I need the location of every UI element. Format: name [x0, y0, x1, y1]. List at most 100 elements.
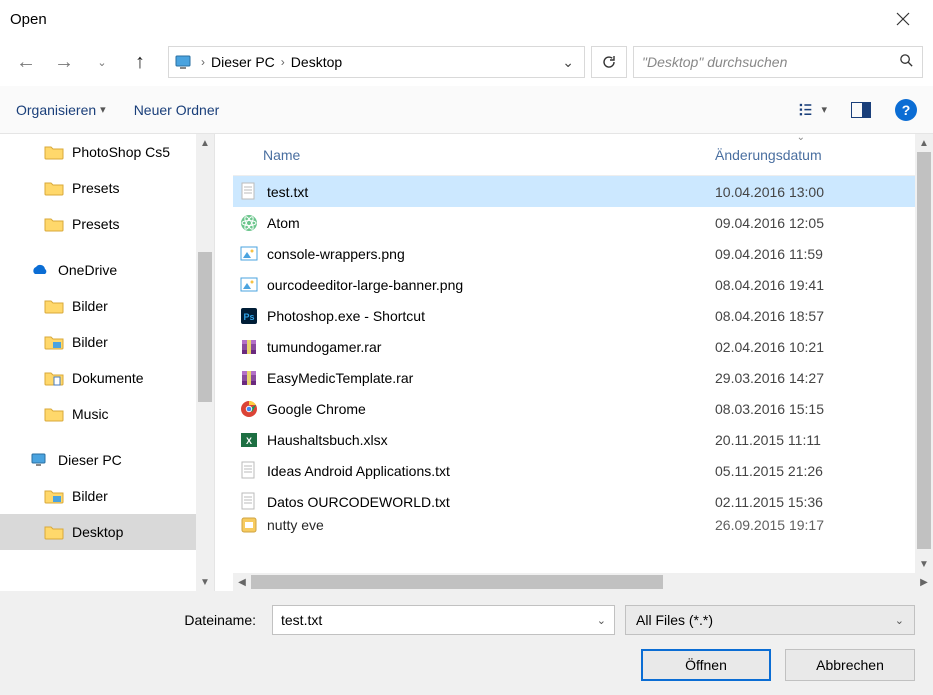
folder-icon [44, 524, 64, 540]
filename-value: test.txt [281, 612, 322, 628]
scroll-up-arrow[interactable]: ▲ [915, 134, 933, 152]
file-name: tumundogamer.rar [267, 339, 707, 355]
search-input[interactable]: "Desktop" durchsuchen [633, 46, 923, 78]
tree-item[interactable]: Bilder [0, 288, 196, 324]
column-headers: Name Änderungsdatum ⌄ [233, 134, 915, 176]
file-name: nutty eve [267, 517, 707, 533]
file-date: 09.04.2016 11:59 [715, 246, 915, 262]
file-row[interactable]: EasyMedicTemplate.rar29.03.2016 14:27 [233, 362, 915, 393]
tree-item-label: Music [72, 406, 109, 422]
filetype-filter[interactable]: All Files (*.*) ⌄ [625, 605, 915, 635]
picfolder-icon [44, 488, 64, 504]
refresh-button[interactable] [591, 46, 627, 78]
scrollbar-thumb[interactable] [198, 252, 212, 402]
folder-icon [44, 298, 64, 314]
scroll-left-arrow[interactable]: ◀ [233, 577, 251, 588]
svg-text:Ps: Ps [243, 312, 254, 322]
file-name: Datos OURCODEWORLD.txt [267, 494, 707, 510]
close-button[interactable] [883, 4, 923, 34]
tree-item[interactable]: Music [0, 396, 196, 432]
scroll-down-arrow[interactable]: ▼ [196, 573, 214, 591]
chrome-icon [239, 399, 259, 419]
file-row[interactable]: Google Chrome08.03.2016 15:15 [233, 393, 915, 424]
file-row[interactable]: Atom09.04.2016 12:05 [233, 207, 915, 238]
filename-dropdown[interactable]: ⌄ [597, 614, 606, 627]
file-date: 02.11.2015 15:36 [715, 494, 915, 510]
scroll-down-arrow[interactable]: ▼ [915, 555, 933, 573]
pc-icon [175, 54, 195, 70]
tree-item-label: Dokumente [72, 370, 144, 386]
forward-button[interactable]: → [48, 46, 80, 78]
file-row[interactable]: Datos OURCODEWORLD.txt 02.11.2015 15:36 [233, 486, 915, 517]
column-name[interactable]: Name [233, 147, 715, 163]
breadcrumb-item[interactable]: Desktop [291, 54, 342, 70]
address-bar[interactable]: › Dieser PC › Desktop ⌄ [168, 46, 585, 78]
file-row[interactable]: ourcodeeditor-large-banner.png 08.04.2016… [233, 269, 915, 300]
svg-text:X: X [246, 436, 252, 446]
address-dropdown[interactable]: ⌄ [558, 54, 578, 71]
tree-item-label: Bilder [72, 298, 108, 314]
view-options-button[interactable]: ▾ [799, 96, 827, 124]
tree-item[interactable]: Presets [0, 170, 196, 206]
file-row[interactable]: PsPhotoshop.exe - Shortcut08.04.2016 18:… [233, 300, 915, 331]
tree-item-label: OneDrive [58, 262, 117, 278]
tree-item-label: Dieser PC [58, 452, 122, 468]
file-row[interactable]: XHaushaltsbuch.xlsx20.11.2015 11:11 [233, 424, 915, 455]
column-date[interactable]: Änderungsdatum [715, 147, 915, 163]
folder-icon [44, 180, 64, 196]
scroll-right-arrow[interactable]: ▶ [915, 577, 933, 588]
file-row[interactable]: Ideas Android Applications.txt 05.11.2015… [233, 455, 915, 486]
file-date: 05.11.2015 21:26 [715, 463, 915, 479]
filelist-scrollbar[interactable]: ▲ ▼ [915, 134, 933, 573]
file-name: ourcodeeditor-large-banner.png [267, 277, 707, 293]
preview-pane-button[interactable] [847, 96, 875, 124]
img-icon [239, 275, 259, 295]
rar-icon [239, 368, 259, 388]
file-name: test.txt [267, 184, 707, 200]
chevron-down-icon: ⌄ [895, 614, 904, 627]
file-name: Photoshop.exe - Shortcut [267, 308, 707, 324]
file-row[interactable]: nutty eve26.09.2015 19:17 [233, 517, 915, 533]
file-date: 29.03.2016 14:27 [715, 370, 915, 386]
file-name: Ideas Android Applications.txt [267, 463, 707, 479]
file-row[interactable]: tumundogamer.rar02.04.2016 10:21 [233, 331, 915, 362]
folder-tree[interactable]: PhotoShop Cs5PresetsPresetsOneDriveBilde… [0, 134, 196, 591]
tree-item[interactable]: Desktop [0, 514, 196, 550]
scroll-up-arrow[interactable]: ▲ [196, 134, 214, 152]
tree-item[interactable]: PhotoShop Cs5 [0, 134, 196, 170]
filename-label: Dateiname: [18, 612, 262, 628]
horizontal-scrollbar[interactable]: ◀ ▶ [233, 573, 933, 591]
txt-icon [239, 492, 259, 512]
back-button[interactable]: ← [10, 46, 42, 78]
tree-item[interactable]: Dieser PC [0, 442, 196, 478]
onedrive-icon [30, 262, 50, 278]
up-button[interactable]: ↑ [124, 46, 156, 78]
file-date: 09.04.2016 12:05 [715, 215, 915, 231]
breadcrumb-item[interactable]: Dieser PC [211, 54, 275, 70]
tree-item[interactable]: Presets [0, 206, 196, 242]
file-row[interactable]: test.txt10.04.2016 13:00 [233, 176, 915, 207]
filename-input[interactable]: test.txt ⌄ [272, 605, 615, 635]
picfolder-icon [44, 334, 64, 350]
help-button[interactable]: ? [895, 99, 917, 121]
file-date: 08.04.2016 19:41 [715, 277, 915, 293]
file-row[interactable]: console-wrappers.png09.04.2016 11:59 [233, 238, 915, 269]
tree-item[interactable]: Bilder [0, 478, 196, 514]
tree-item-label: Desktop [72, 524, 123, 540]
cancel-button[interactable]: Abbrechen [785, 649, 915, 681]
folder-icon [44, 144, 64, 160]
dialog-title: Open [10, 11, 47, 28]
tree-item[interactable]: OneDrive [0, 252, 196, 288]
chevron-right-icon: › [281, 55, 285, 69]
new-folder-button[interactable]: Neuer Ordner [134, 102, 220, 118]
tree-item[interactable]: Dokumente [0, 360, 196, 396]
sidebar-scrollbar[interactable]: ▲ ▼ [196, 134, 214, 591]
docfolder-icon [44, 370, 64, 386]
scrollbar-thumb[interactable] [251, 575, 663, 589]
scrollbar-thumb[interactable] [917, 152, 931, 549]
tree-item[interactable]: Bilder [0, 324, 196, 360]
organize-menu[interactable]: Organisieren▾ [16, 102, 106, 118]
search-icon [899, 53, 914, 71]
recent-locations-dropdown[interactable]: ⌄ [86, 46, 118, 78]
open-button[interactable]: Öffnen [641, 649, 771, 681]
